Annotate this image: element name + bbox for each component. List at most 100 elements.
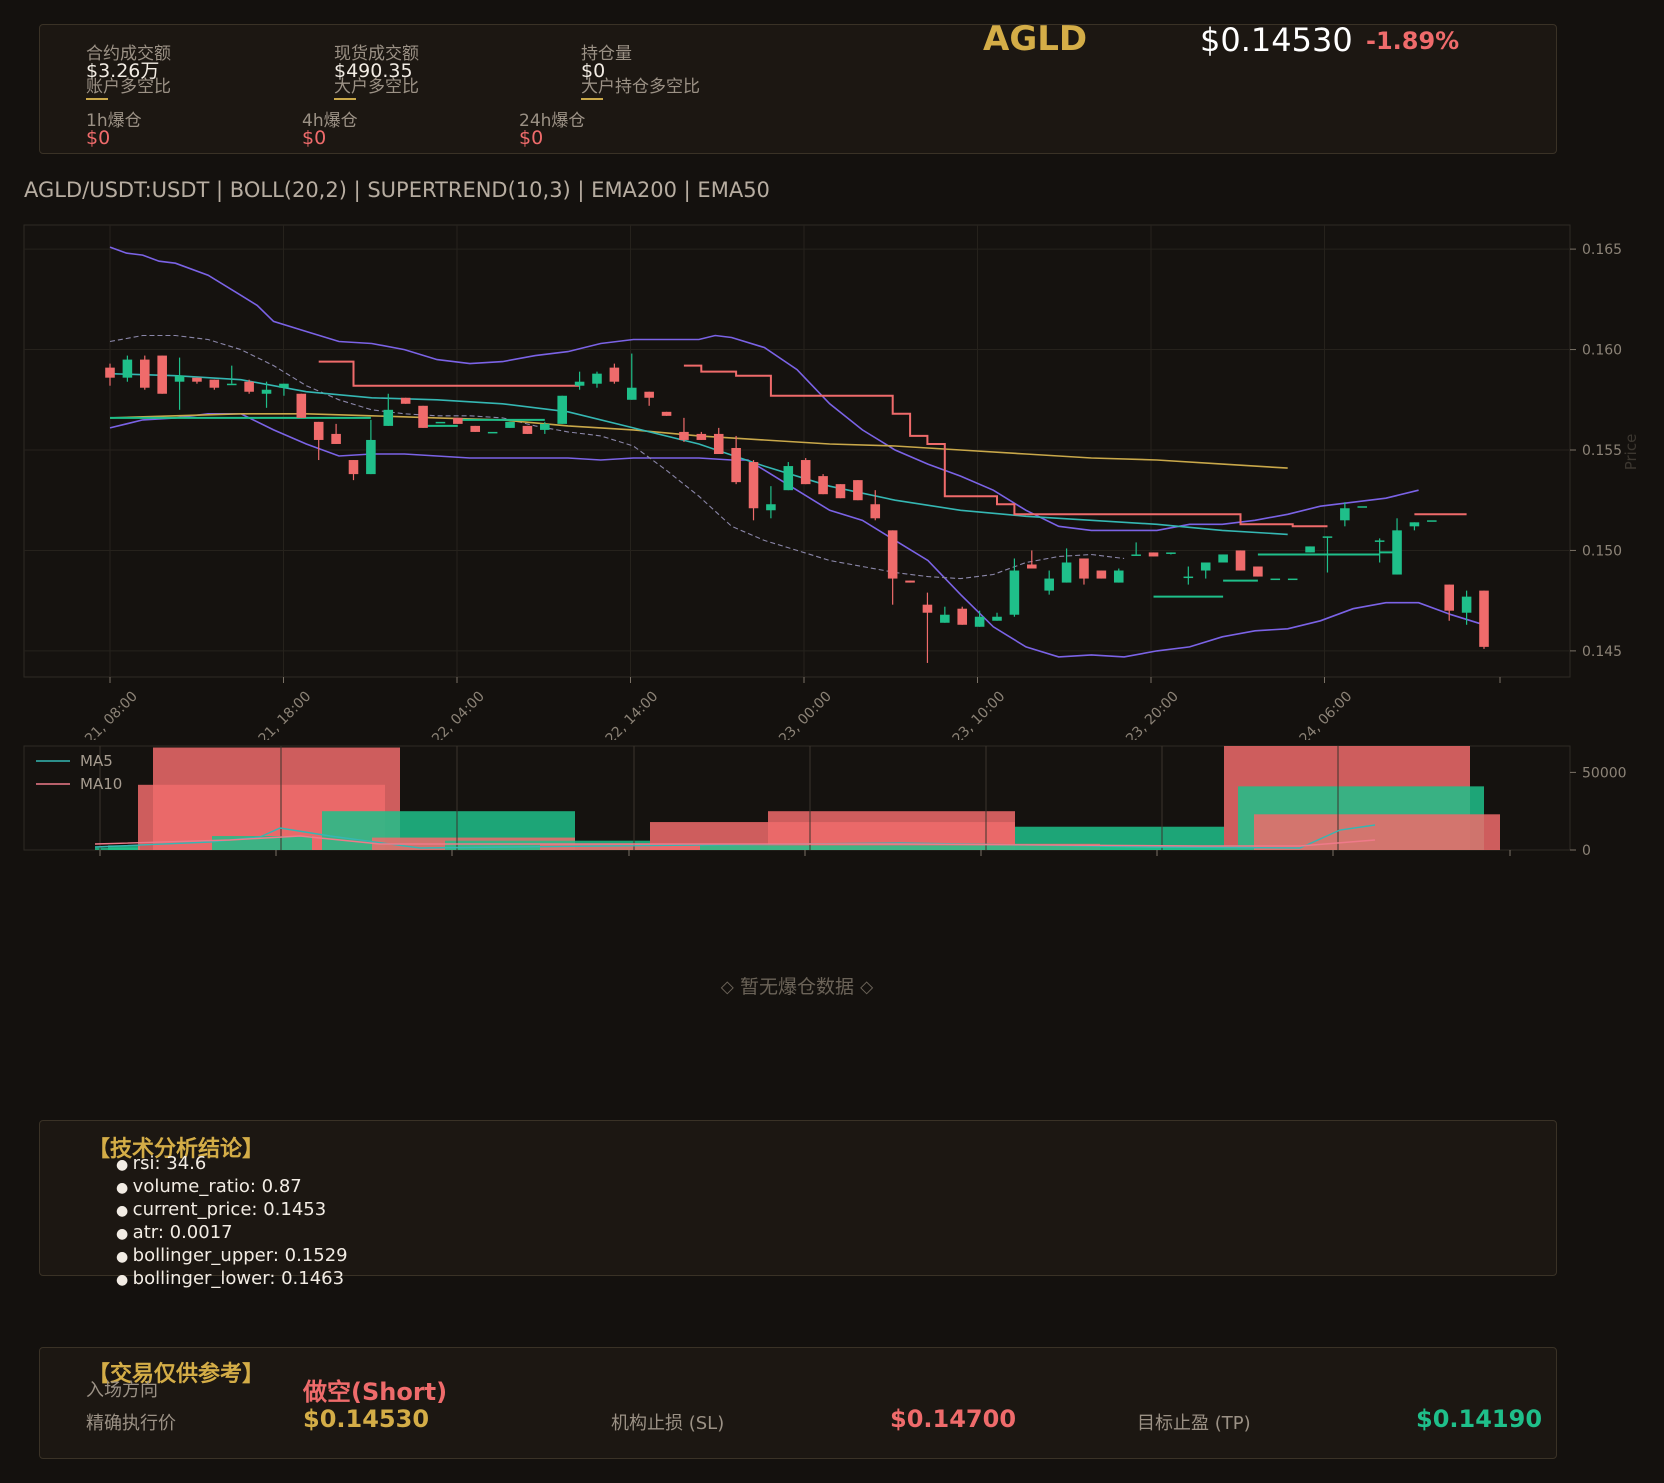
y-tick-label: 0 (1582, 843, 1591, 859)
candle-body (1461, 596, 1472, 613)
candle-body (992, 616, 1002, 621)
y-tick-label: 0.150 (1582, 543, 1622, 559)
list-item: rsi: 34.6 (116, 1153, 348, 1176)
candle-body (105, 367, 115, 378)
plot-area (23, 224, 1571, 678)
candle-body (279, 383, 289, 388)
candle-body (1409, 522, 1420, 527)
candle-body (1027, 564, 1037, 569)
candle-body (957, 608, 968, 625)
candle-body (192, 377, 202, 382)
candle-body (1235, 550, 1246, 571)
candle-body (1479, 590, 1489, 647)
candle-body (626, 387, 637, 400)
candle-body (453, 417, 463, 424)
list-item: atr: 0.0017 (116, 1222, 348, 1245)
y-axis-label: Price (1622, 434, 1640, 471)
candle-body (748, 462, 759, 509)
stat-underline (581, 98, 603, 100)
candle-body (661, 411, 672, 416)
direction-value: 做空(Short) (303, 1378, 448, 1406)
candle-body (435, 421, 446, 424)
x-tick-label: Jun 23, 10:00 (930, 689, 1008, 740)
candle-body (366, 439, 376, 475)
candle-body (418, 405, 428, 428)
entry-label: 精确执行价 (86, 1413, 176, 1434)
volume-chart[interactable]: 0 50000 MA5 MA10 (0, 740, 1664, 860)
x-tick-label: Jun 22, 04:00 (410, 689, 488, 740)
stat-underline (334, 98, 356, 100)
candle-body (818, 476, 828, 495)
analysis-list: rsi: 34.6 volume_ratio: 0.87 current_pri… (116, 1153, 348, 1291)
list-item: bollinger_lower: 0.1463 (116, 1268, 348, 1291)
candle-body (1113, 570, 1124, 583)
price-chart[interactable]: 0.145 0.150 0.155 0.160 0.165 Jun 21, 08:00 J… (0, 220, 1664, 740)
candle-body (1374, 540, 1385, 542)
candle-body (731, 447, 741, 483)
stat-sub-label: 大户持仓多空比 (581, 77, 700, 97)
candle-body (1287, 578, 1298, 581)
candle-body (905, 580, 915, 583)
stop-loss-value: $0.14700 (890, 1405, 1017, 1433)
candle-body (122, 359, 133, 378)
candle-body (244, 381, 254, 392)
candle-body (1357, 506, 1368, 508)
list-item: bollinger_upper: 0.1529 (116, 1245, 348, 1268)
candle-body (922, 604, 933, 613)
stat-value: $0 (86, 127, 111, 149)
candle-body (1183, 576, 1194, 579)
candle-body (540, 423, 550, 430)
candle-body (696, 433, 707, 440)
y-tick-label: 0.155 (1582, 443, 1622, 459)
y-axis-ticks: 0.145 0.150 0.155 0.160 0.165 (1570, 242, 1622, 660)
volume-bar (1254, 814, 1500, 850)
candle-body (1270, 578, 1281, 581)
direction-label: 入场方向 (86, 1380, 158, 1401)
candle-body (1322, 536, 1333, 538)
list-item: volume_ratio: 0.87 (116, 1176, 348, 1199)
liq-4h-stat: 4h爆仓 $0 (302, 113, 358, 148)
candle-body (870, 504, 881, 519)
candle-body (974, 616, 985, 627)
candle-body (1096, 570, 1107, 579)
y-tick-label: 0.165 (1582, 242, 1622, 258)
stat-sub-label: 账户多空比 (86, 77, 171, 97)
liq-24h-stat: 24h爆仓 $0 (519, 113, 585, 149)
x-tick-label: Jun 22, 14:00 (583, 689, 661, 740)
list-item: current_price: 0.1453 (116, 1199, 348, 1222)
x-axis-ticks: Jun 21, 08:00 Jun 21, 18:00 Jun 22, 04:00 J… (63, 677, 1501, 740)
candle-body (887, 530, 898, 579)
candle-body (261, 389, 272, 394)
legend-label: MA10 (80, 775, 122, 793)
candle-body (835, 484, 846, 499)
stop-loss-label: 机构止损 (SL) (611, 1413, 725, 1434)
candle-body (1079, 558, 1089, 579)
analysis-card: 【技术分析结论】 rsi: 34.6 volume_ratio: 0.87 cu… (39, 1120, 1557, 1289)
candle-body (348, 460, 359, 475)
candle-body (1166, 552, 1176, 554)
y-tick-label: 0.160 (1582, 343, 1622, 359)
candle-body (592, 373, 602, 384)
stat-value: $0 (519, 127, 544, 149)
chart-title: AGLD/USDT:USDT | BOLL(20,2) | SUPERTREND… (24, 178, 770, 202)
legend-label: MA5 (80, 752, 113, 770)
candle-body (296, 393, 307, 418)
candle-body (313, 421, 324, 440)
candle-body (644, 391, 654, 398)
candle-body (1131, 554, 1141, 556)
candle-body (487, 431, 498, 434)
candle-body (383, 409, 394, 426)
take-profit-label: 目标止盈 (TP) (1137, 1413, 1251, 1434)
y-tick-label: 0.145 (1582, 644, 1622, 660)
candle-body (1061, 562, 1072, 583)
candle-body (1305, 546, 1315, 553)
candle-body (1392, 530, 1402, 575)
candle-body (157, 355, 167, 394)
candle-body (140, 359, 150, 388)
x-tick-label: Jun 23, 00:00 (757, 689, 835, 740)
candle-body (1009, 570, 1020, 615)
candle-body (853, 480, 863, 501)
take-profit-value: $0.14190 (1416, 1405, 1543, 1433)
candle-body (400, 397, 411, 404)
entry-value: $0.14530 (303, 1405, 430, 1433)
